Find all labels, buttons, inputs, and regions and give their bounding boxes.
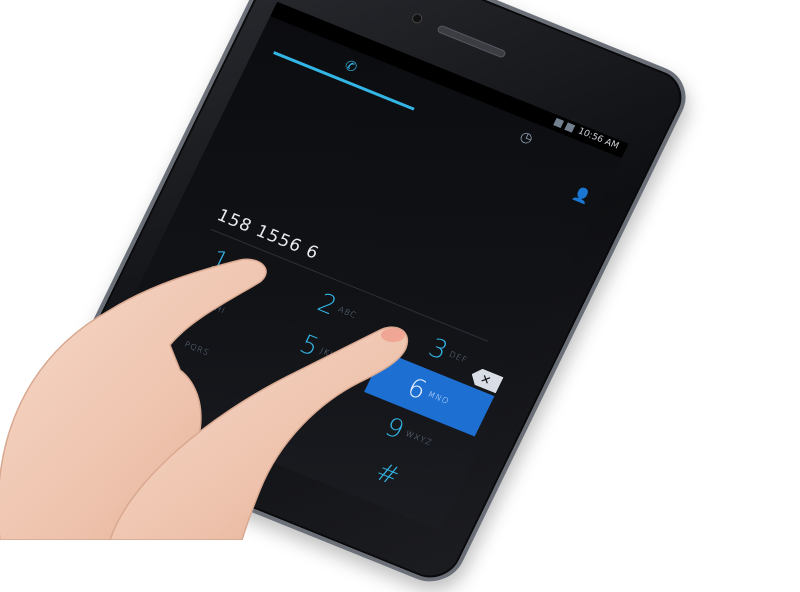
phone-icon: ✆ (341, 57, 360, 77)
tablet-device: 10:56 AM ✆ ◷ 👤 158 1556 6 ✕ 1oo 2ABC 3 (40, 0, 698, 592)
dialer-tabs: ✆ ◷ (255, 16, 621, 189)
status-icons (553, 117, 576, 133)
person-icon: 👤 (570, 185, 594, 207)
battery-icon (564, 122, 576, 133)
photo-scene: 10:56 AM ✆ ◷ 👤 158 1556 6 ✕ 1oo 2ABC 3 (0, 0, 800, 592)
tablet-screen: 10:56 AM ✆ ◷ 👤 158 1556 6 ✕ 1oo 2ABC 3 (88, 1, 629, 531)
earpiece-speaker (436, 24, 507, 59)
contacts-button[interactable]: 👤 (569, 185, 594, 208)
signal-icon (553, 117, 565, 129)
status-bar: 10:56 AM (270, 1, 629, 159)
clock-icon: ◷ (517, 128, 536, 148)
front-camera (410, 12, 424, 25)
